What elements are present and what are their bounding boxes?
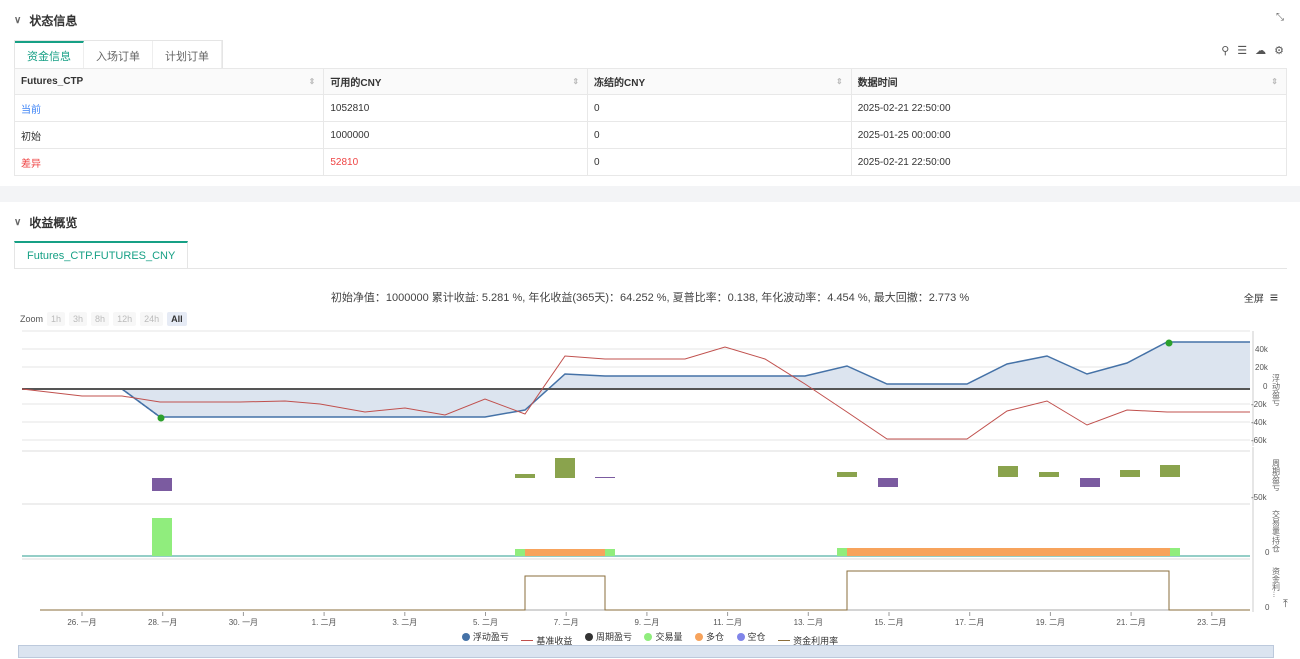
x-tick-label: 26. 一月 (67, 618, 96, 627)
x-tick-label: 1. 二月 (312, 618, 337, 627)
pane-label: 浮动盈亏 (1272, 373, 1281, 407)
legend-item[interactable]: 浮动盈亏 (461, 630, 509, 643)
y-tick: 40k (1255, 345, 1269, 354)
x-tick-label: 28. 一月 (148, 618, 177, 627)
x-tick-label: 30. 一月 (229, 618, 258, 627)
peak-point (1165, 339, 1173, 347)
x-tick-label: 3. 二月 (392, 618, 417, 627)
y-tick: 20k (1255, 363, 1269, 372)
profit-chart: 40k 20k 0 -20k -40k -60k -50k 0 0 26. 一月 28. 一月 3… (21, 330, 1281, 627)
floating-pnl-area (22, 342, 1250, 417)
legend-item[interactable]: 多仓 (695, 630, 724, 643)
x-tick-label: 23. 二月 (1197, 618, 1226, 627)
x-tick-label: 15. 二月 (874, 618, 903, 627)
x-tick-label: 17. 二月 (955, 618, 984, 627)
legend-item[interactable]: 周期盈亏 (584, 630, 632, 643)
y-tick: 0 (1265, 548, 1270, 557)
x-tick-label: 19. 二月 (1036, 618, 1065, 627)
x-tick-label: 5. 二月 (473, 618, 498, 627)
x-tick-label: 11. 二月 (713, 618, 742, 627)
y-tick: -50k (1251, 493, 1268, 502)
legend-item[interactable]: 空仓 (736, 630, 766, 643)
legend-item[interactable]: 交易量 (644, 630, 683, 643)
y-tick: -20k (1251, 400, 1268, 409)
x-tick-label: 7. 二月 (554, 618, 579, 627)
y-tick: 0 (1263, 382, 1268, 391)
x-tick-label: 13. 二月 (794, 618, 823, 627)
y-tick: -60k (1251, 436, 1268, 445)
period-pnl-bars (152, 458, 1180, 491)
navigator-scrollbar[interactable] (18, 645, 1274, 658)
x-tick-label: 9. 二月 (634, 618, 659, 627)
max-drawdown-point (157, 414, 165, 422)
y-tick: -40k (1251, 418, 1268, 427)
pane-label: 周期盈亏 (1272, 459, 1281, 492)
x-tick-label: 21. 二月 (1116, 618, 1145, 627)
pane-label: 交易量/持仓 (1272, 509, 1281, 552)
capital-utilization-line (40, 570, 1250, 611)
pane-label: 资金利... (1272, 566, 1281, 598)
volume-bars (152, 518, 1180, 556)
scroll-top-icon[interactable]: ⤒ (1283, 598, 1288, 611)
y-tick: 0 (1265, 603, 1270, 612)
